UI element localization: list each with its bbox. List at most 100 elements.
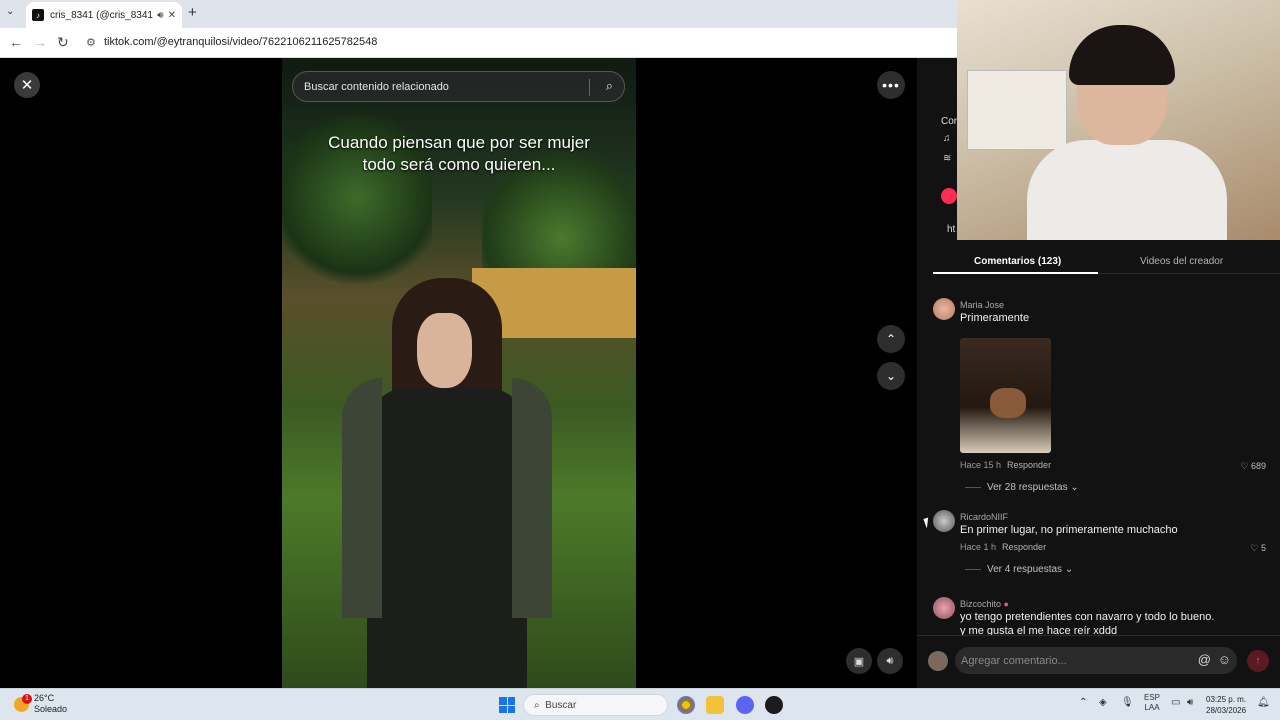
volume-button[interactable]: 🔊︎ (877, 648, 903, 674)
caption-line-1: Cuando piensan que por ser mujer (328, 133, 590, 152)
view-replies-label: Ver 28 respuestas (987, 482, 1068, 493)
comment-meta: Hace 15 h Responder (960, 460, 1051, 470)
heart-outline-icon: ♡ (1240, 461, 1251, 471)
tab-comments[interactable]: Comentarios (123) (974, 256, 1061, 267)
notification-bell-icon[interactable]: 🔔︎ (1257, 697, 1270, 708)
file-explorer-icon[interactable] (706, 696, 724, 714)
comments-list[interactable]: Maria Jose Primeramente Hace 15 h Respond… (917, 292, 1280, 635)
dog-eye (1018, 372, 1024, 378)
arrow-up-icon: ↑ (1255, 655, 1261, 667)
avatar[interactable] (933, 597, 955, 619)
avatar[interactable] (933, 298, 955, 320)
chevron-up-icon: ⌃ (885, 332, 897, 346)
weather-condition: Soleado (34, 704, 68, 714)
previous-video-button[interactable]: ⌃ (877, 325, 905, 353)
like-heart-icon[interactable] (941, 188, 957, 204)
volume-tray-icon[interactable]: 🔊︎ (1187, 697, 1193, 708)
tab-close-icon[interactable]: ✕ (168, 10, 176, 21)
clock-date: 28/03/2026 (1206, 706, 1247, 715)
music-note-icon: ♫ (943, 133, 951, 144)
keyboard-layout: LAA (1144, 703, 1160, 712)
display-icon[interactable]: ▭ (1171, 697, 1180, 708)
close-viewer-button[interactable]: ✕ (14, 72, 40, 98)
partial-link-text: ht (947, 224, 956, 235)
taskbar-search[interactable]: ⌕ Buscar (523, 694, 668, 716)
reply-button[interactable]: Responder (1007, 460, 1051, 470)
avatar[interactable] (928, 651, 948, 671)
comment-input-placeholder: Agregar comentario... (961, 654, 1067, 667)
system-clock[interactable]: 03:25 p. m. 28/03/2026 (1206, 694, 1246, 716)
comment-image-dog[interactable] (960, 338, 1051, 453)
network-tray-icon[interactable]: ◈ (1099, 697, 1107, 708)
comment-likes[interactable]: ♡ 689 (1240, 461, 1266, 472)
comment-time: Hace 1 h (960, 542, 997, 552)
search-icon: ⌕ (534, 699, 546, 711)
webcam-overlay (957, 0, 1280, 240)
url-field[interactable]: tiktok.com/@eytranquilosi/video/76221062… (104, 36, 377, 48)
comment-time: Hace 15 h (960, 460, 1002, 470)
clock-time: 03:25 p. m. (1206, 695, 1247, 704)
tab-list-chevron-icon[interactable]: ⌄ (6, 6, 14, 17)
volume-icon: 🔊︎ (886, 654, 894, 667)
forward-arrow-icon[interactable]: → (33, 34, 47, 50)
comment-likes[interactable]: ♡ 5 (1250, 543, 1266, 554)
speaker-icon[interactable]: 🔊︎ (157, 10, 163, 21)
chrome-icon[interactable] (677, 696, 695, 714)
tab-title: cris_8341 (@cris_8341) | Tik (50, 9, 154, 21)
video-caption: Cuando piensan que por ser mujer todo se… (282, 132, 636, 176)
sun-icon: 1 (14, 693, 32, 712)
reload-icon[interactable]: ↻ (57, 34, 69, 51)
weather-widget[interactable]: 1 26°C Soleado (14, 693, 67, 715)
send-comment-button[interactable]: ↑ (1247, 650, 1269, 672)
discord-icon[interactable] (736, 696, 754, 714)
comment-username[interactable]: Maria Jose (960, 300, 1004, 310)
next-video-button[interactable]: ⌄ (877, 362, 905, 390)
notification-badge: 1 (22, 693, 32, 704)
dog-eye (990, 372, 996, 378)
search-icon[interactable]: ⌕ (606, 78, 613, 94)
comment-input[interactable]: Agregar comentario... @ ☺ (955, 647, 1237, 674)
comment-username[interactable]: RicardoNIIF (960, 512, 1008, 522)
effect-icon: ≋ (943, 153, 952, 164)
comment-text-line-2: y me gusta el me hace reír xddd (960, 625, 1118, 635)
site-info-icon[interactable]: ⚙ (86, 36, 96, 49)
weather-temp: 26°C (34, 693, 55, 703)
address-bar: ← → ↻ ⚙ tiktok.com/@eytranquilosi/video/… (0, 28, 957, 58)
view-replies-label: Ver 4 respuestas (987, 564, 1063, 575)
weather-text: 26°C Soleado (34, 693, 67, 715)
webcam-wall-calendar (967, 70, 1067, 150)
video-person-jacket (342, 378, 552, 618)
search-divider (589, 79, 590, 96)
new-tab-icon[interactable]: + (188, 4, 197, 21)
tray-chevron-up-icon[interactable]: ⌃ (1079, 697, 1087, 708)
back-arrow-icon[interactable]: ← (9, 34, 23, 50)
avatar[interactable] (933, 510, 955, 532)
comment-input-bar: Agregar comentario... @ ☺ ↑ (917, 635, 1280, 688)
browser-tab-strip: ⌄ ♪ cris_8341 (@cris_8341) | Tik 🔊︎ ✕ + (0, 0, 957, 28)
view-replies-button[interactable]: Ver 4 respuestas ⌄ (965, 564, 1073, 575)
mention-icon[interactable]: @ (1198, 652, 1211, 667)
reply-button[interactable]: Responder (1002, 542, 1046, 552)
comment-username[interactable]: Bizcochito ● (960, 599, 1009, 609)
app-icon[interactable] (765, 696, 783, 714)
tiktok-favicon-icon: ♪ (32, 9, 44, 21)
microphone-icon[interactable]: 🎙︎ (1121, 697, 1134, 708)
related-search-placeholder: Buscar contenido relacionado (304, 80, 449, 93)
related-search-input[interactable]: Buscar contenido relacionado ⌕ (292, 71, 625, 102)
active-tab-indicator (933, 272, 1098, 274)
emoji-icon[interactable]: ☺ (1218, 652, 1231, 667)
more-options-button[interactable]: ••• (877, 71, 905, 99)
webcam-person-shirt (1027, 140, 1227, 240)
pip-button[interactable]: ▣ (846, 648, 872, 674)
view-replies-button[interactable]: Ver 28 respuestas ⌄ (965, 482, 1079, 493)
comment-text: En primer lugar, no primeramente muchach… (960, 524, 1178, 536)
language-indicator[interactable]: ESP LAA (1144, 693, 1160, 713)
language-code: ESP (1144, 693, 1161, 702)
chevron-down-icon: ⌄ (885, 369, 897, 383)
tab-creator-videos[interactable]: Videos del creador (1140, 256, 1223, 267)
comment-meta: Hace 1 h Responder (960, 542, 1046, 552)
caption-line-2: todo será como quieren... (362, 155, 556, 174)
browser-tab[interactable]: ♪ cris_8341 (@cris_8341) | Tik 🔊︎ ✕ (26, 2, 182, 28)
comment-like-count: 689 (1250, 461, 1266, 471)
windows-start-icon[interactable] (499, 697, 515, 713)
